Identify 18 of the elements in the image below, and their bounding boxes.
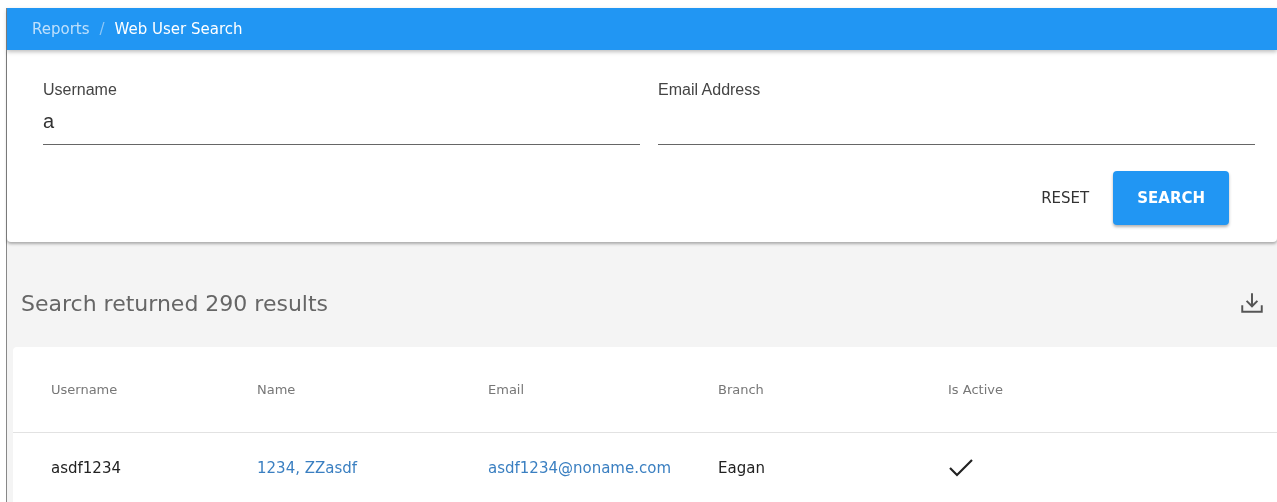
search-button[interactable]: SEARCH <box>1113 171 1229 225</box>
table-cell: Eagan <box>718 459 765 477</box>
column-header[interactable]: Email <box>488 382 718 397</box>
text-field[interactable]: a <box>43 107 640 145</box>
page-title: Web User Search <box>114 20 243 38</box>
results-summary: Search returned 290 results <box>21 290 329 316</box>
column-header[interactable]: Name <box>257 382 488 397</box>
field-label: Email Address <box>658 81 762 99</box>
table-link[interactable]: asdf1234@noname.com <box>488 459 671 477</box>
column-header[interactable]: Branch <box>718 382 948 397</box>
table-cell: asdf1234 <box>51 459 121 477</box>
download-icon[interactable] <box>1239 290 1265 316</box>
column-header[interactable]: Is Active <box>948 382 1277 397</box>
column-header[interactable]: Username <box>51 382 257 397</box>
breadcrumb-separator: / <box>99 20 105 38</box>
table-link[interactable]: 1234, ZZasdf <box>257 459 358 477</box>
reset-button[interactable]: RESET <box>1041 171 1090 225</box>
field-label: Username <box>43 81 118 99</box>
